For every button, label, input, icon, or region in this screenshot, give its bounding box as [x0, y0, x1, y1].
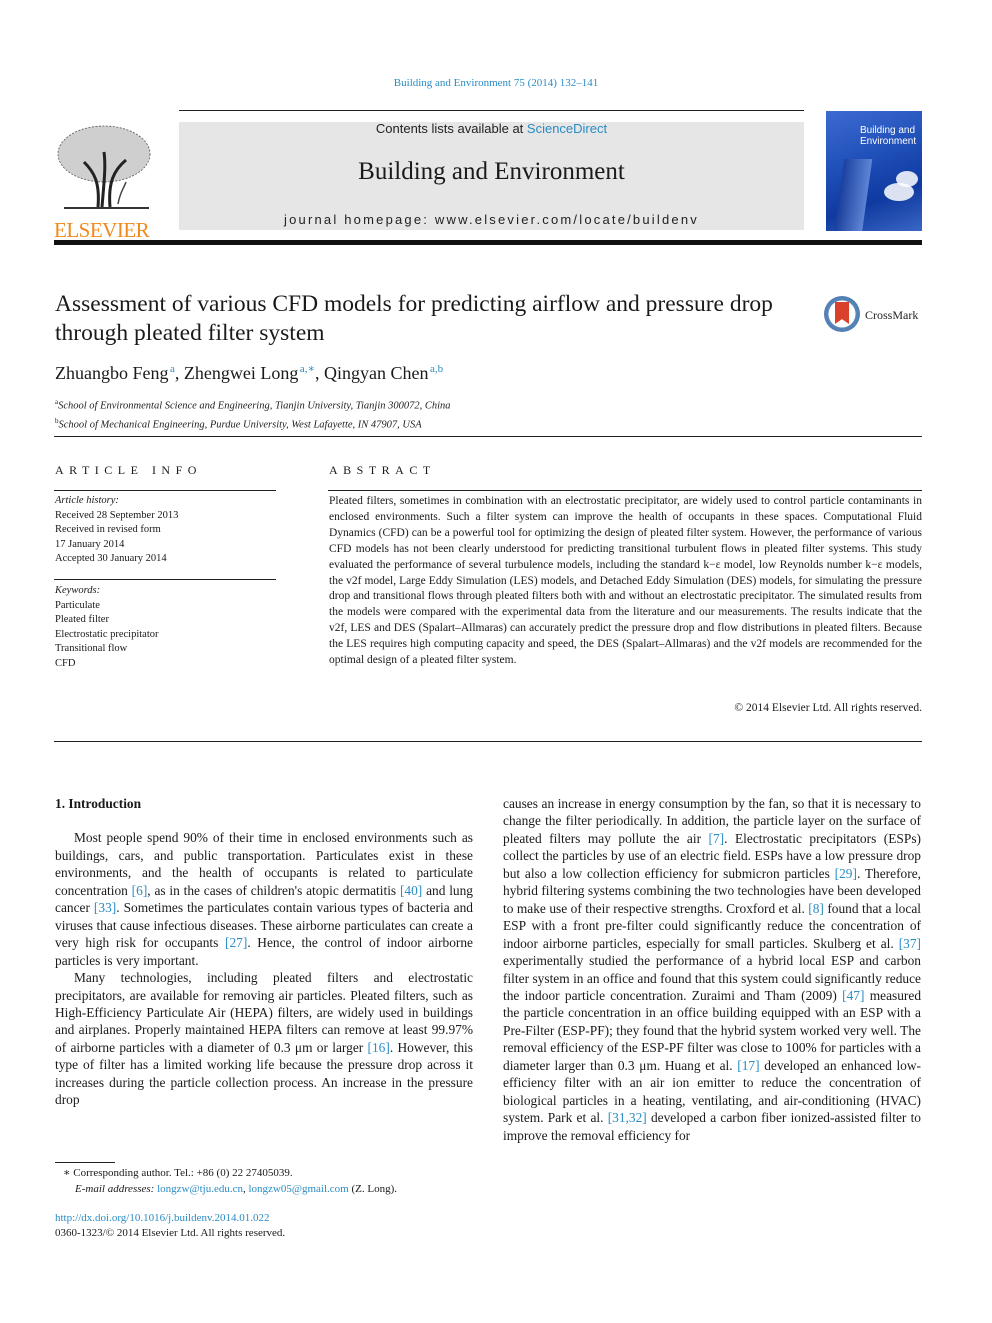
- history-item: Received 28 September 2013: [55, 509, 179, 521]
- cover-building-graphic: [831, 159, 873, 231]
- corresponding-author: ∗ Corresponding author. Tel.: +86 (0) 22…: [63, 1167, 293, 1179]
- citation-link[interactable]: [8]: [808, 901, 824, 916]
- keyword: Particulate: [55, 599, 100, 611]
- citation-link[interactable]: [7]: [709, 831, 725, 846]
- author-affiliation-link[interactable]: a: [170, 363, 175, 375]
- email-link[interactable]: longzw05@gmail.com: [248, 1183, 348, 1195]
- cover-cloud-graphic: [896, 171, 918, 187]
- article-title: Assessment of various CFD models for pre…: [55, 291, 773, 346]
- author-affiliation-link[interactable]: a,∗: [300, 363, 315, 375]
- history-item: 17 January 2014: [55, 538, 125, 550]
- article-info-rule: [54, 579, 276, 580]
- author-list: Zhuangbo Feng a, Zhengwei Long a,∗, Qing…: [55, 363, 444, 383]
- issn-copyright: 0360-1323/© 2014 Elsevier Ltd. All right…: [55, 1227, 286, 1239]
- abstract-copyright: © 2014 Elsevier Ltd. All rights reserved…: [734, 702, 922, 714]
- paragraph: causes an increase in energy consumption…: [503, 795, 921, 1144]
- crossmark-label: CrossMark: [865, 308, 919, 322]
- abstract-heading: ABSTRACT: [329, 463, 436, 477]
- text-run: , as in the cases of children's atopic d…: [147, 882, 400, 898]
- affiliation: bSchool of Mechanical Engineering, Purdu…: [55, 414, 451, 433]
- journal-homepage[interactable]: journal homepage: www.elsevier.com/locat…: [179, 212, 804, 227]
- citation-link[interactable]: [37]: [899, 936, 921, 951]
- keywords-label: Keywords:: [55, 585, 101, 596]
- author-name: Qingyan Chen: [323, 363, 429, 383]
- citation-link[interactable]: [31,32]: [608, 1110, 647, 1125]
- email-line: E-mail addresses: longzw@tju.edu.cn, lon…: [75, 1183, 398, 1195]
- abstract-end-rule: [54, 741, 922, 742]
- citation-link[interactable]: [47]: [842, 988, 864, 1003]
- journal-banner: Contents lists available at ScienceDirec…: [179, 121, 804, 230]
- citation-link[interactable]: [17]: [737, 1058, 759, 1073]
- abstract-text: Pleated filters, sometimes in combinatio…: [329, 495, 922, 667]
- history-item: Accepted 30 January 2014: [55, 553, 167, 564]
- article-history-label: Article history:: [55, 495, 119, 506]
- article-history: Article history: Received 28 September 2…: [55, 494, 178, 567]
- paragraph: Most people spend 90% of their time in e…: [55, 829, 473, 969]
- cover-title: Building and Environment: [860, 125, 916, 147]
- corresponding-author-footnote: ∗ Corresponding author. Tel.: +86 (0) 22…: [55, 1165, 397, 1197]
- paragraph: Many technologies, including pleated fil…: [55, 969, 473, 1109]
- citation-link[interactable]: [27]: [225, 935, 247, 950]
- keywords: Keywords: Particulate Pleated filter Ele…: [55, 584, 159, 671]
- author-name: Zhengwei Long: [183, 363, 299, 383]
- keyword: CFD: [55, 657, 76, 669]
- header-rule: [179, 110, 804, 111]
- citation-link[interactable]: [40]: [400, 883, 422, 898]
- elsevier-wordmark: ELSEVIER: [54, 218, 150, 242]
- journal-citation-link[interactable]: Building and Environment 75 (2014) 132–1…: [0, 77, 992, 89]
- affiliation: aSchool of Environmental Science and Eng…: [55, 395, 451, 414]
- author-name: Zhuangbo Feng: [55, 363, 169, 383]
- author-affiliation-link[interactable]: a,b: [430, 363, 443, 375]
- email-suffix: (Z. Long).: [348, 1183, 398, 1195]
- section-rule: [54, 436, 922, 437]
- elsevier-tree-icon: [57, 125, 151, 209]
- keyword: Electrostatic precipitator: [55, 628, 159, 640]
- body-column-left: 1. Introduction Most people spend 90% of…: [55, 795, 473, 1109]
- abstract-rule: [328, 490, 922, 491]
- elsevier-logo[interactable]: ELSEVIER: [54, 122, 156, 241]
- journal-name: Building and Environment: [358, 158, 625, 185]
- cover-title-line: Building and: [860, 125, 916, 136]
- body-column-right: causes an increase in energy consumption…: [503, 795, 921, 1144]
- citation-link[interactable]: [16]: [368, 1040, 390, 1055]
- article-info-heading: ARTICLE INFO: [55, 463, 202, 477]
- doi-block: http://dx.doi.org/10.1016/j.buildenv.201…: [55, 1211, 285, 1241]
- history-item: Received in revised form: [55, 524, 161, 535]
- affiliation-text: School of Mechanical Engineering, Purdue…: [58, 419, 422, 430]
- keyword: Pleated filter: [55, 614, 109, 625]
- email-label: E-mail addresses:: [75, 1183, 155, 1195]
- affiliation-text: School of Environmental Science and Engi…: [58, 400, 451, 412]
- contents-available: Contents lists available at ScienceDirec…: [179, 121, 804, 136]
- journal-cover-image[interactable]: Building and Environment: [826, 111, 922, 231]
- footnote-rule: [55, 1162, 115, 1163]
- citation-link[interactable]: [33]: [94, 900, 116, 915]
- citation-link[interactable]: [6]: [132, 883, 148, 898]
- citation-link[interactable]: [29]: [835, 866, 857, 881]
- keyword: Transitional flow: [55, 643, 128, 654]
- contents-prefix: Contents lists available at: [375, 121, 527, 136]
- crossmark-button[interactable]: CrossMark: [824, 296, 924, 336]
- section-heading: 1. Introduction: [55, 796, 142, 811]
- cover-title-line: Environment: [860, 136, 917, 147]
- sciencedirect-link[interactable]: ScienceDirect: [527, 121, 607, 136]
- article-info-rule: [54, 490, 276, 491]
- affiliations: aSchool of Environmental Science and Eng…: [55, 395, 451, 432]
- doi-link[interactable]: http://dx.doi.org/10.1016/j.buildenv.201…: [55, 1211, 285, 1226]
- header-thick-rule: [54, 240, 922, 245]
- email-link[interactable]: longzw@tju.edu.cn: [157, 1183, 243, 1195]
